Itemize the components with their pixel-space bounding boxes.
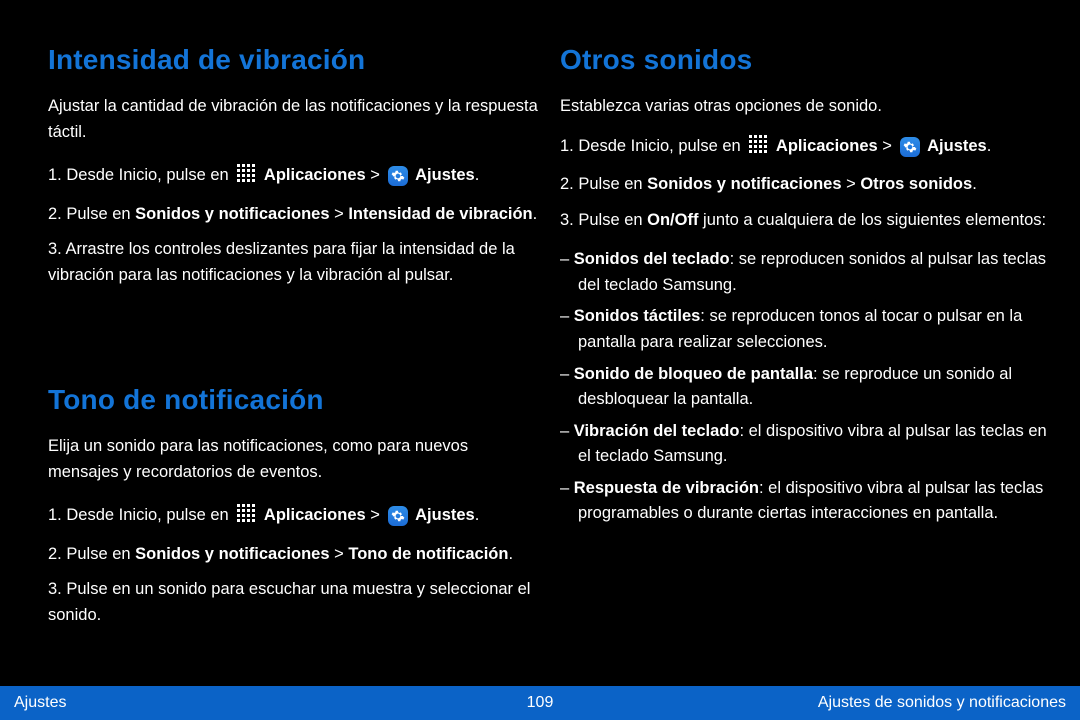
intro-other-sounds: Establezca varias otras opciones de soni… xyxy=(560,97,882,115)
gear-icon xyxy=(900,137,920,157)
gear-icon xyxy=(388,506,408,526)
path-end-vibration: Intensidad de vibración xyxy=(348,205,532,223)
footer-page-number: 109 xyxy=(527,694,554,712)
apps-icon xyxy=(748,134,768,163)
arrow: > xyxy=(846,175,860,193)
apps-label-r: Aplicaciones xyxy=(776,137,878,155)
other-sounds-list: Sonidos del teclado: se reproducen sonid… xyxy=(560,247,1050,527)
path-end-tone: Tono de notificación xyxy=(348,545,508,563)
step-prefix-2: Desde Inicio, pulse en xyxy=(66,506,228,524)
settings-label-r: Ajustes xyxy=(927,137,987,155)
heading-other-sounds: Otros sonidos xyxy=(560,44,1050,76)
tail-tone: Pulse en un sonido para escuchar una mue… xyxy=(48,580,530,624)
list-item: Respuesta de vibración: el dispositivo v… xyxy=(560,476,1050,527)
apps-icon xyxy=(236,163,256,192)
apps-label-2: Aplicaciones xyxy=(264,506,366,524)
list-item: Sonidos del teclado: se reproducen sonid… xyxy=(560,247,1050,298)
footer-left: Ajustes xyxy=(14,694,66,712)
settings-label-2: Ajustes xyxy=(415,506,475,524)
path-sounds-2: Sonidos y notificaciones xyxy=(135,545,329,563)
arrow: > xyxy=(882,137,896,155)
footer-right: Ajustes de sonidos y notificaciones xyxy=(818,694,1066,712)
tail-vibration: Arrastre los controles deslizantes para … xyxy=(48,240,515,284)
list-item: Sonido de bloqueo de pantalla: se reprod… xyxy=(560,362,1050,413)
heading-vibration-intensity: Intensidad de vibración xyxy=(48,44,538,76)
intro-notification-tone: Elija un sonido para las notificaciones,… xyxy=(48,437,468,481)
path-sounds: Sonidos y notificaciones xyxy=(135,205,329,223)
step-prefix-r: Desde Inicio, pulse en xyxy=(578,137,740,155)
intro-vibration: Ajustar la cantidad de vibración de las … xyxy=(48,97,538,141)
arrow: > xyxy=(370,506,384,524)
path-sounds-r: Sonidos y notificaciones xyxy=(647,175,841,193)
step-prefix: Desde Inicio, pulse en xyxy=(66,166,228,184)
list-item: Sonidos táctiles: se reproducen tonos al… xyxy=(560,304,1050,355)
heading-notification-tone: Tono de notificación xyxy=(48,384,538,416)
gear-icon xyxy=(388,166,408,186)
list-item: Vibración del teclado: el dispositivo vi… xyxy=(560,419,1050,470)
arrow: > xyxy=(370,166,384,184)
apps-icon xyxy=(236,503,256,532)
arrow: > xyxy=(334,545,348,563)
path-end-other: Otros sonidos xyxy=(860,175,972,193)
page-footer: Ajustes 109 Ajustes de sonidos y notific… xyxy=(0,686,1080,720)
apps-label: Aplicaciones xyxy=(264,166,366,184)
arrow: > xyxy=(334,205,348,223)
settings-label: Ajustes xyxy=(415,166,475,184)
